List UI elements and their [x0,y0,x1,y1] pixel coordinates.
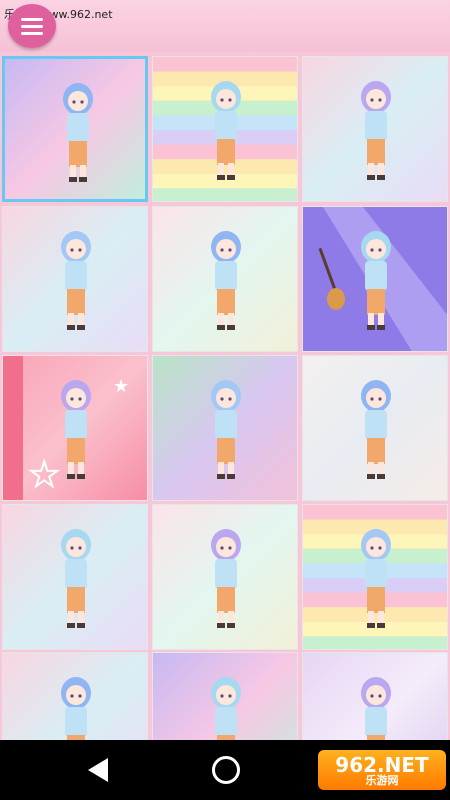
outfit-tile[interactable] [152,56,298,202]
outfit-gallery-grid: ★ ★ [0,54,450,740]
outfit-preview [303,207,447,351]
outfit-preview [303,505,447,649]
outfit-preview: ★★ [3,356,147,500]
outfit-tile[interactable] [152,652,298,740]
outfit-preview [303,356,447,500]
outfit-preview [3,653,147,740]
outfit-tile[interactable] [152,206,298,352]
outfit-preview [3,505,147,649]
outfit-preview [153,57,297,201]
top-bar: 乐游网 www.962.net [0,0,450,52]
outfit-tile[interactable] [2,56,148,202]
outfit-preview [153,505,297,649]
brand-logo: 962.NET 乐游网 [318,750,446,790]
outfit-preview [303,57,447,201]
outfit-tile[interactable] [152,504,298,650]
outfit-preview [3,207,147,351]
outfit-preview [5,59,145,199]
brand-logo-sub: 乐游网 [365,773,399,787]
outfit-preview [153,356,297,500]
svg-text:★: ★ [113,376,129,397]
android-nav-bar: 962.NET 乐游网 [0,740,450,800]
back-triangle-icon[interactable] [88,758,108,782]
svg-text:★: ★ [29,455,59,495]
outfit-preview [303,653,447,740]
hamburger-menu-icon [21,17,43,21]
outfit-tile[interactable] [152,355,298,501]
outfit-tile[interactable] [302,355,448,501]
outfit-tile[interactable] [302,56,448,202]
outfit-tile[interactable] [2,504,148,650]
outfit-tile[interactable] [302,206,448,352]
outfit-tile[interactable] [302,504,448,650]
brand-logo-text: 962.NET [335,752,429,777]
menu-button[interactable] [8,4,56,48]
outfit-tile[interactable] [302,652,448,740]
outfit-preview [153,207,297,351]
home-circle-icon[interactable] [212,756,240,784]
outfit-tile[interactable] [2,652,148,740]
outfit-tile[interactable]: ★ ★ [2,355,148,501]
outfit-tile[interactable] [2,206,148,352]
outfit-preview [153,653,297,740]
